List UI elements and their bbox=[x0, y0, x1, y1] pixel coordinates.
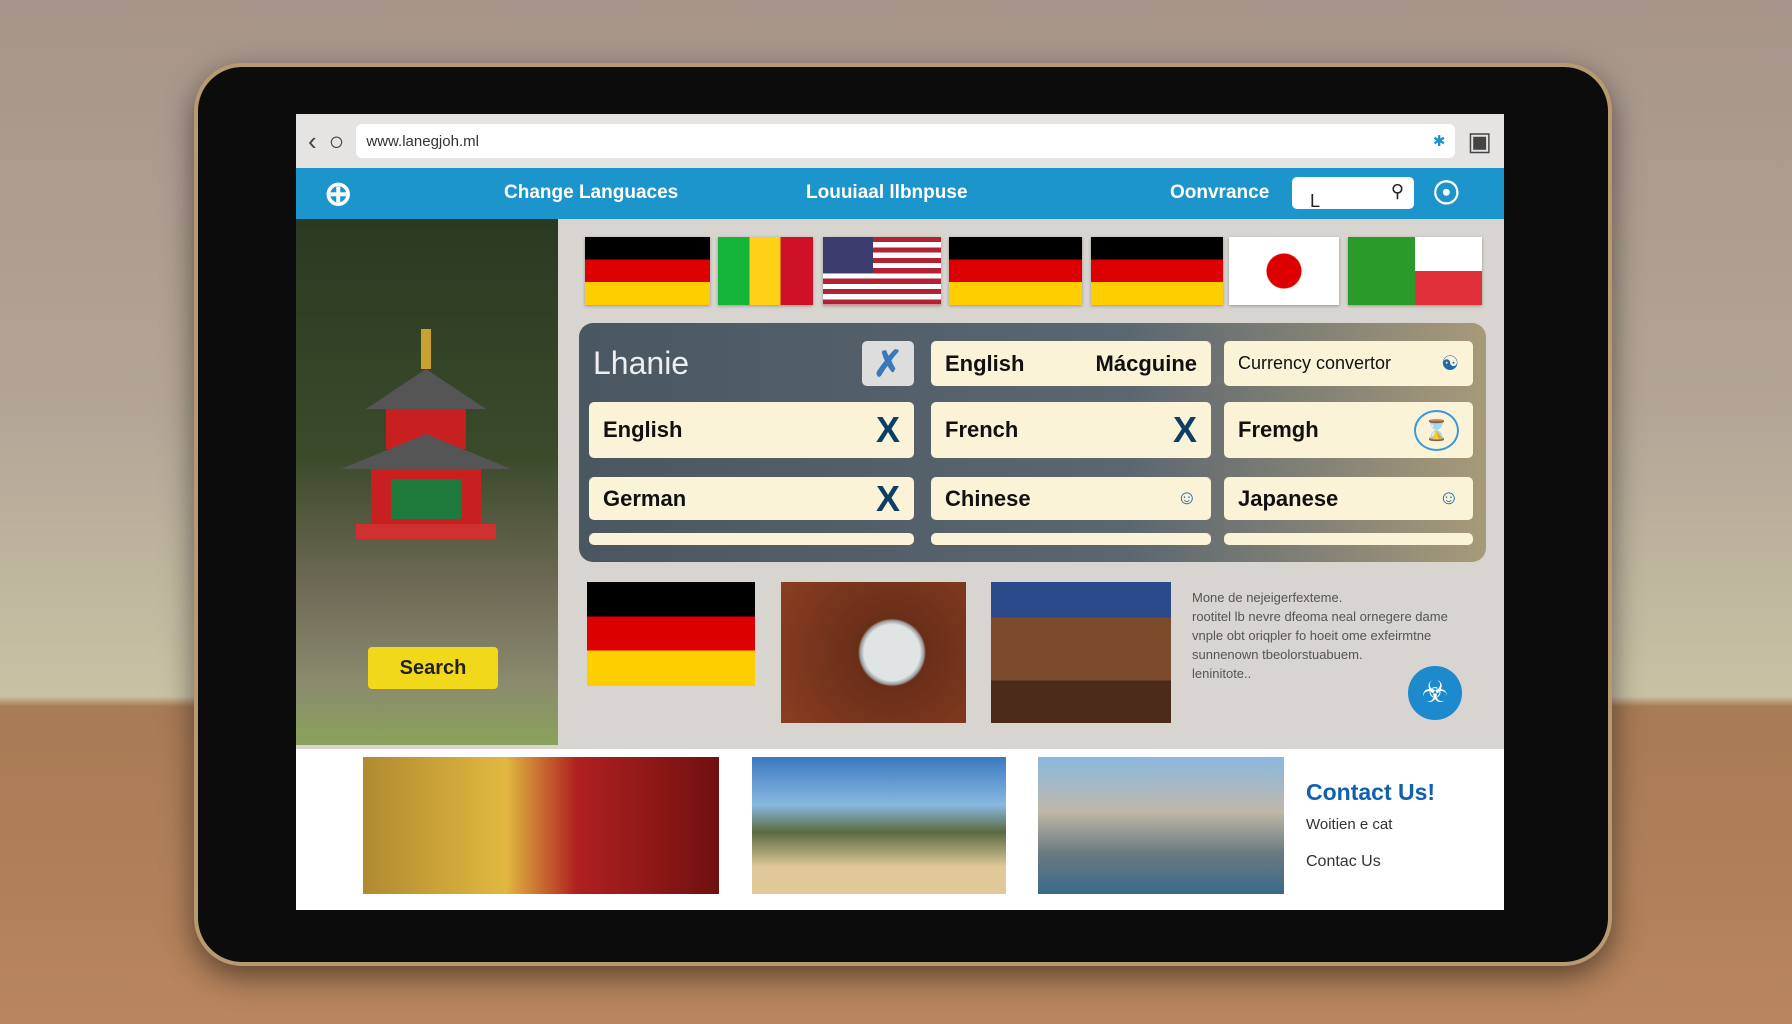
cell-label: Japanese bbox=[1238, 485, 1339, 511]
nav-item-local-language[interactable]: Louuiaal llbnpuse bbox=[806, 182, 968, 204]
contact-block: Contact Us! Woitien e cat Contac Us bbox=[1306, 779, 1435, 871]
cell-extra: Mácguine bbox=[1095, 350, 1197, 376]
browser-toolbar: ‹ ○ www.lanegjoh.ml ✱ ▣ bbox=[296, 114, 1504, 168]
chevron-left-icon[interactable]: ‹ bbox=[308, 128, 317, 154]
germany-flag-large[interactable] bbox=[587, 582, 755, 686]
desc-line: Mone de nejeigerfexteme. bbox=[1192, 590, 1343, 605]
contact-link[interactable]: Contac Us bbox=[1306, 853, 1435, 871]
cell-label: Chinese bbox=[945, 485, 1031, 511]
option-chinese[interactable]: Chinese ☺ bbox=[931, 477, 1211, 520]
person-icon: ☺ bbox=[1176, 487, 1197, 509]
magnifier-image[interactable] bbox=[781, 582, 966, 723]
coins-image[interactable] bbox=[363, 757, 719, 894]
beach-image[interactable] bbox=[752, 757, 1006, 894]
option-empty[interactable] bbox=[589, 533, 914, 545]
option-english[interactable]: English X bbox=[589, 402, 914, 458]
footer-section: Contact Us! Woitien e cat Contac Us bbox=[296, 749, 1504, 910]
cell-label: French bbox=[945, 417, 1019, 442]
nav-item-conversion[interactable]: Oonvrance bbox=[1170, 182, 1269, 204]
globe-icon[interactable]: ⊕ bbox=[324, 174, 353, 214]
search-value: L bbox=[1310, 191, 1321, 211]
option-french[interactable]: French X bbox=[931, 402, 1211, 458]
tower-icon[interactable]: ☣ bbox=[1408, 666, 1462, 720]
search-icon[interactable]: ⚲ bbox=[1391, 181, 1404, 202]
tablet-screen: ‹ ○ www.lanegjoh.ml ✱ ▣ ⊕ Change Languace… bbox=[296, 114, 1504, 910]
close-icon[interactable]: X bbox=[876, 478, 900, 520]
url-bar[interactable]: www.lanegjoh.ml ✱ bbox=[356, 124, 1456, 158]
option-empty[interactable] bbox=[931, 533, 1211, 545]
option-english-machine[interactable]: English Mácguine bbox=[931, 341, 1211, 386]
option-empty[interactable] bbox=[1224, 533, 1473, 545]
flag-green-red[interactable] bbox=[1348, 237, 1482, 305]
flag-germany[interactable] bbox=[1091, 237, 1223, 305]
panel-title: Lhanie bbox=[593, 345, 690, 381]
pagoda-image: Search bbox=[296, 219, 558, 745]
flag-germany[interactable] bbox=[949, 237, 1082, 305]
option-german[interactable]: German X bbox=[589, 477, 914, 520]
close-icon[interactable]: X bbox=[876, 409, 900, 451]
cell-label: English bbox=[603, 417, 683, 442]
search-input[interactable]: L ⚲ bbox=[1292, 177, 1414, 211]
cell-label: Currency convertor bbox=[1238, 353, 1392, 373]
option-currency-converter[interactable]: Currency convertor ☯ bbox=[1224, 341, 1473, 386]
nav-bar: ⊕ Change Languaces Louuiaal llbnpuse Oon… bbox=[296, 168, 1504, 219]
search-button[interactable]: Search bbox=[368, 647, 498, 689]
desc-line: vnple obt oriqpler fo hoeit ome exfeirmt… bbox=[1192, 628, 1432, 643]
camera-icon[interactable]: ▣ bbox=[1467, 128, 1492, 154]
person-icon: ☺ bbox=[1438, 487, 1459, 509]
flag-usa[interactable] bbox=[823, 237, 941, 305]
location-badge-icon[interactable]: ☉ bbox=[1432, 174, 1461, 212]
url-text: www.lanegjoh.ml bbox=[366, 132, 479, 150]
option-fremgh[interactable]: Fremgh ⌛ bbox=[1224, 402, 1473, 458]
option-japanese[interactable]: Japanese ☺ bbox=[1224, 477, 1473, 520]
hourglass-icon: ⌛ bbox=[1414, 409, 1459, 451]
nav-item-change-languages[interactable]: Change Languaces bbox=[504, 182, 678, 204]
cell-label: German bbox=[603, 485, 687, 511]
desc-line: sunnenown tbeolorstuabuem. bbox=[1192, 647, 1363, 662]
room-image[interactable] bbox=[991, 582, 1171, 723]
mountain-image[interactable] bbox=[1038, 757, 1284, 894]
flag-germany[interactable] bbox=[585, 237, 710, 305]
currency-icon: ☯ bbox=[1441, 353, 1459, 375]
cell-label: English bbox=[945, 350, 1025, 376]
cell-label: Fremgh bbox=[1238, 417, 1319, 442]
language-panel: Lhanie ✗ English Mácguine Currency conver… bbox=[579, 323, 1486, 562]
flag-japan[interactable] bbox=[1229, 237, 1339, 305]
contact-title: Contact Us! bbox=[1306, 779, 1436, 805]
flag-mali[interactable] bbox=[718, 237, 813, 305]
desc-line: rootitel lb nevre dfeoma neal ornegere d… bbox=[1192, 609, 1448, 624]
pagoda-illustration bbox=[341, 329, 511, 539]
circle-icon[interactable]: ○ bbox=[329, 128, 345, 154]
translate-icon-button[interactable]: ✗ bbox=[862, 341, 914, 386]
close-icon[interactable]: X bbox=[1173, 409, 1197, 451]
puzzle-icon[interactable]: ✱ bbox=[1433, 132, 1446, 150]
contact-subtitle: Woitien e cat bbox=[1306, 816, 1393, 833]
